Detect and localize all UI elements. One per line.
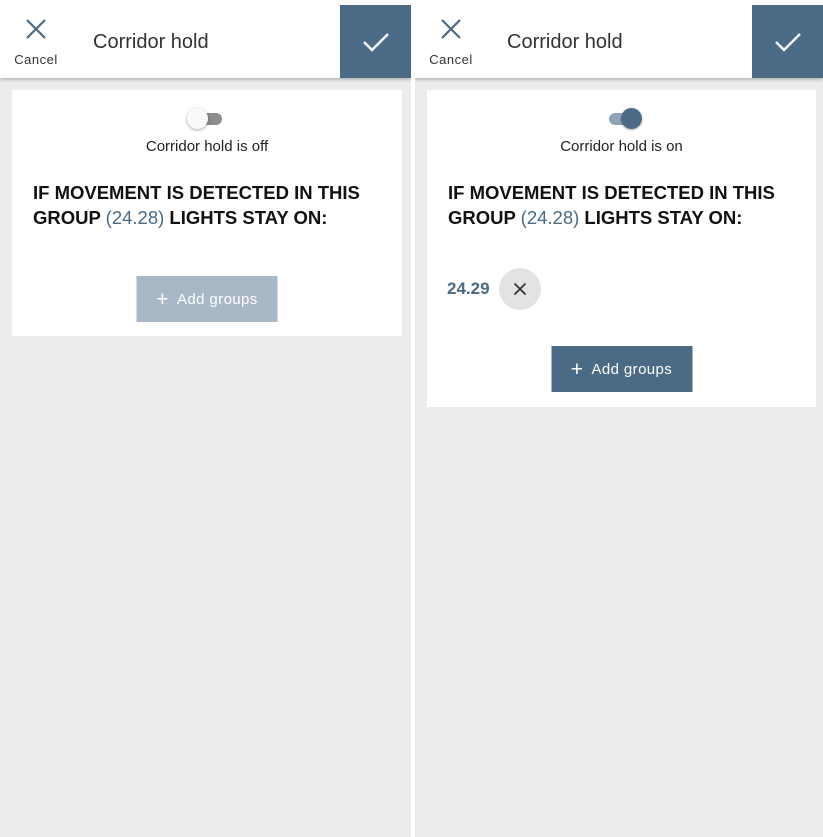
selected-group-label: 24.29 bbox=[447, 279, 490, 298]
confirm-button[interactable] bbox=[340, 5, 411, 78]
corridor-hold-status: Corridor hold is off bbox=[145, 138, 269, 155]
page-title: Corridor hold bbox=[93, 31, 209, 53]
corridor-hold-status: Corridor hold is on bbox=[560, 138, 683, 155]
screen-corridor-hold-on: Cancel Corridor hold Corridor hold is on… bbox=[415, 0, 823, 837]
confirm-button[interactable] bbox=[752, 5, 823, 78]
screen-corridor-hold-off: Cancel Corridor hold Corridor hold is of… bbox=[0, 0, 411, 837]
corridor-hold-toggle[interactable] bbox=[187, 107, 227, 131]
checkmark-icon bbox=[362, 32, 389, 52]
header-bar: Cancel Corridor hold bbox=[0, 0, 411, 78]
cancel-button[interactable]: Cancel bbox=[423, 12, 479, 72]
checkmark-icon bbox=[774, 32, 801, 52]
heading-text-end: LIGHTS STAY ON: bbox=[164, 207, 328, 228]
toggle-thumb bbox=[620, 108, 642, 129]
close-icon bbox=[513, 282, 526, 296]
add-groups-button[interactable]: + Add groups bbox=[551, 346, 692, 392]
add-groups-label: Add groups bbox=[591, 360, 673, 378]
corridor-hold-toggle[interactable] bbox=[602, 107, 642, 131]
remove-group-button[interactable] bbox=[498, 268, 541, 310]
cancel-label: Cancel bbox=[14, 52, 58, 67]
heading-text-end: LIGHTS STAY ON: bbox=[579, 207, 743, 228]
group-id: (24.28) bbox=[105, 207, 165, 228]
selected-group-chip: 24.29 bbox=[447, 268, 541, 310]
corridor-hold-card: Corridor hold is off IF MOVEMENT IS DETE… bbox=[12, 90, 402, 336]
cancel-label: Cancel bbox=[429, 52, 473, 67]
plus-icon: + bbox=[156, 287, 169, 311]
movement-heading: IF MOVEMENT IS DETECTED IN THIS GROUP (2… bbox=[448, 180, 804, 230]
add-groups-button[interactable]: + Add groups bbox=[136, 276, 278, 322]
header-bar: Cancel Corridor hold bbox=[415, 0, 823, 78]
page-title: Corridor hold bbox=[507, 31, 623, 53]
close-icon bbox=[26, 19, 46, 39]
cancel-button[interactable]: Cancel bbox=[8, 12, 64, 72]
group-id: (24.28) bbox=[520, 207, 580, 228]
plus-icon: + bbox=[570, 357, 584, 381]
close-icon bbox=[441, 19, 461, 39]
toggle-thumb bbox=[187, 108, 208, 129]
add-groups-label: Add groups bbox=[176, 290, 258, 308]
movement-heading: IF MOVEMENT IS DETECTED IN THIS GROUP (2… bbox=[33, 180, 390, 230]
corridor-hold-card: Corridor hold is on IF MOVEMENT IS DETEC… bbox=[427, 90, 816, 407]
